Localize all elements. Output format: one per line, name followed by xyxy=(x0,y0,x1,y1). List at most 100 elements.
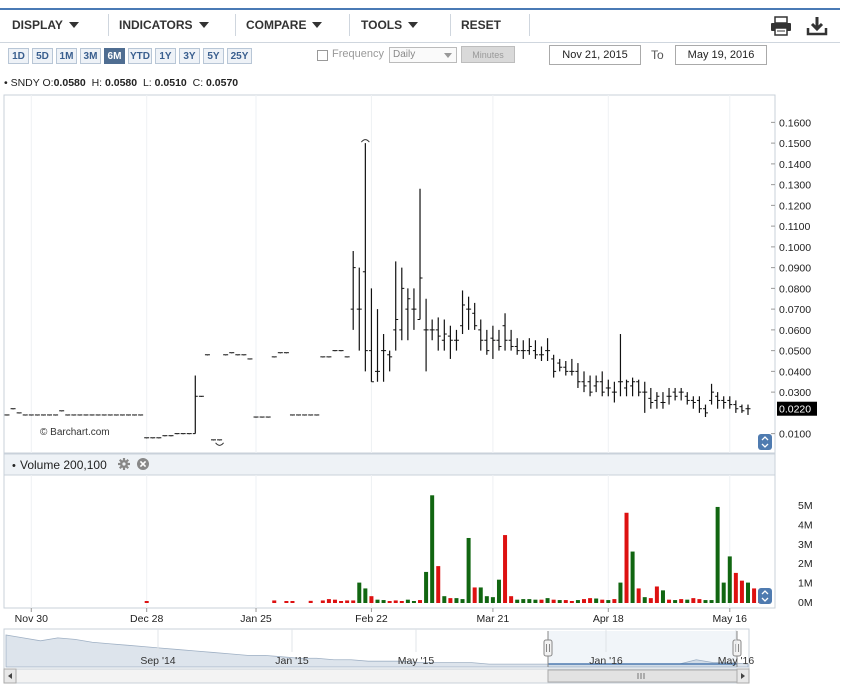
volume-tick-label: 0M xyxy=(798,597,813,609)
volume-bar xyxy=(144,601,149,603)
volume-bar xyxy=(715,506,720,603)
y-tick-label: 0.0700 xyxy=(779,304,811,316)
navigator-tick-label: Jan '15 xyxy=(275,655,309,667)
handle-grip xyxy=(543,639,553,657)
volume-bar xyxy=(490,597,495,603)
price-panel-frame xyxy=(3,94,776,454)
volume-bar xyxy=(484,596,489,603)
volume-bar xyxy=(478,587,483,603)
date-axis: Nov 30 Dec 28 Jan 25 Feb 22 Mar 21 Apr 18 May … xyxy=(15,608,747,625)
price-scale-button[interactable] xyxy=(758,434,772,450)
volume-bar xyxy=(679,599,684,603)
navigator-tick-label: Sep '14 xyxy=(140,655,175,667)
x-tick-label: May 16 xyxy=(713,613,748,625)
volume-bar xyxy=(430,495,435,603)
y-tick-label: 0.0800 xyxy=(779,283,811,295)
volume-bar xyxy=(411,601,416,603)
volume-bar xyxy=(393,600,398,603)
volume-bar xyxy=(563,600,568,603)
volume-bar xyxy=(752,588,757,603)
volume-bar xyxy=(369,596,374,603)
volume-bar xyxy=(739,580,744,603)
x-tick-label: Nov 30 xyxy=(15,613,48,625)
volume-bar xyxy=(624,512,629,603)
volume-bar xyxy=(685,599,690,603)
volume-bar xyxy=(308,600,313,603)
volume-scale-button[interactable] xyxy=(758,588,772,604)
volume-bar xyxy=(539,599,544,603)
volume-bar xyxy=(642,597,647,603)
y-tick-label: 0.1100 xyxy=(779,221,810,233)
x-tick-label: Jan 25 xyxy=(240,613,272,625)
y-tick-label: 0.0500 xyxy=(779,346,811,358)
volume-bar xyxy=(527,599,532,603)
volume-bar xyxy=(575,600,580,603)
navigator-window xyxy=(548,631,737,668)
gear-hole xyxy=(122,462,126,466)
x-tick-label: Feb 22 xyxy=(355,613,388,625)
volume-bar xyxy=(533,599,538,603)
y-tick-label: 0.1400 xyxy=(779,159,811,171)
volume-bar xyxy=(351,600,356,603)
x-tick-label: Apr 18 xyxy=(593,613,624,625)
volume-bar xyxy=(521,599,526,603)
volume-bar xyxy=(600,599,605,603)
y-tick-label: 0.0400 xyxy=(779,366,811,378)
volume-bar xyxy=(515,599,520,603)
volume-tick-label: 1M xyxy=(798,578,813,590)
volume-bar xyxy=(320,600,325,603)
volume-bar xyxy=(387,601,392,603)
volume-bar xyxy=(648,598,653,603)
volume-bar xyxy=(448,598,453,603)
volume-bar xyxy=(594,598,599,603)
volume-bar xyxy=(460,599,465,603)
volume-bar xyxy=(733,572,738,603)
volume-frame xyxy=(3,474,776,609)
volume-bar xyxy=(326,599,331,603)
navigator-right-handle[interactable] xyxy=(732,639,742,657)
volume-bar xyxy=(405,599,410,603)
volume-bar xyxy=(673,600,678,603)
volume-bar xyxy=(721,582,726,603)
navigator-scrollbar[interactable] xyxy=(3,668,750,684)
volume-bar xyxy=(442,596,447,603)
volume-bar xyxy=(339,601,344,603)
volume-bar xyxy=(545,598,550,603)
volume-bar xyxy=(667,599,672,603)
y-tick-label: 0.0300 xyxy=(779,387,811,399)
volume-bar xyxy=(612,599,617,603)
scrollbar-thumb xyxy=(547,669,738,683)
volume-bar xyxy=(496,579,501,603)
volume-bar xyxy=(332,599,337,603)
navigator-tick-label: Jan '16 xyxy=(589,655,623,667)
gear-icon[interactable] xyxy=(118,458,130,470)
volume-bar xyxy=(727,556,732,603)
volume-bar xyxy=(345,600,350,603)
close-icon[interactable] xyxy=(137,458,149,470)
volume-bar xyxy=(399,601,404,603)
chart-area: © Barchart.com 0.1600 0.1500 0.1400 0.1300 0… xyxy=(3,94,817,684)
navigator-left-handle[interactable] xyxy=(543,639,553,657)
volume-bar xyxy=(660,590,665,603)
price-grid xyxy=(3,94,776,454)
y-tick-label: 0.0100 xyxy=(779,429,811,441)
volume-bar xyxy=(703,600,708,603)
y-tick-label: 0.1300 xyxy=(779,180,811,192)
volume-bar xyxy=(618,582,623,603)
volume-bar xyxy=(381,600,386,603)
volume-tick-label: 5M xyxy=(798,500,813,512)
volume-tick-label: 2M xyxy=(798,558,813,570)
volume-bar xyxy=(588,598,593,603)
navigator-tick-label: May '16 xyxy=(718,655,755,667)
volume-bar xyxy=(697,599,702,603)
volume-bar xyxy=(606,600,611,603)
volume-tick-label: 4M xyxy=(798,519,813,531)
volume-tick-label: 3M xyxy=(798,539,813,551)
volume-bar xyxy=(557,600,562,603)
volume-bar xyxy=(569,601,574,603)
y-tick-label: 0.1000 xyxy=(779,242,811,254)
volume-bar xyxy=(436,566,441,603)
volume-bar xyxy=(375,599,380,603)
y-tick-label: 0.0900 xyxy=(779,263,811,275)
volume-bar xyxy=(272,600,277,603)
